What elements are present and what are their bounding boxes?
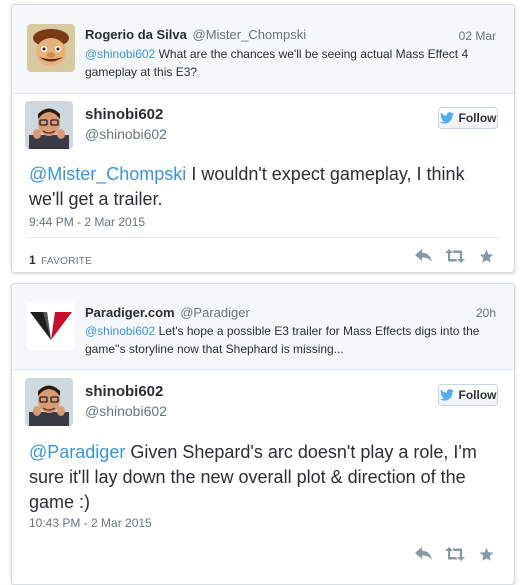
tweet-actions bbox=[414, 247, 496, 265]
parent-tweet[interactable]: Paradiger.com @Paradiger 20h @shinobi602… bbox=[12, 284, 514, 370]
tweet-timestamp[interactable]: 10:43 PM - 2 Mar 2015 bbox=[29, 516, 152, 530]
mention-link[interactable]: @Paradiger bbox=[29, 442, 125, 462]
star-icon[interactable] bbox=[476, 247, 496, 265]
parent-name[interactable]: Rogerio da Silva bbox=[85, 27, 187, 42]
favorites-number: 1 bbox=[29, 253, 36, 267]
parent-avatar[interactable] bbox=[27, 302, 75, 350]
mention-link[interactable]: @Mister_Chompski bbox=[29, 164, 186, 184]
divider bbox=[27, 237, 499, 238]
tweet-text: @Mister_Chompski I wouldn't expect gamep… bbox=[29, 162, 499, 212]
tweet-timestamp[interactable]: 9:44 PM - 2 Mar 2015 bbox=[29, 215, 145, 229]
parent-handle[interactable]: @Paradiger bbox=[180, 305, 250, 320]
follow-label: Follow bbox=[458, 388, 497, 402]
author-handle[interactable]: @shinobi602 bbox=[85, 403, 167, 419]
follow-button[interactable]: Follow bbox=[438, 384, 498, 406]
mention-link[interactable]: @shinobi602 bbox=[85, 47, 155, 61]
tweet-actions bbox=[414, 545, 496, 563]
retweet-icon[interactable] bbox=[445, 247, 465, 265]
favorites-count[interactable]: 1 FAVORITE bbox=[29, 253, 92, 267]
twitter-bird-icon bbox=[439, 389, 454, 401]
author-name[interactable]: shinobi602 bbox=[85, 383, 163, 400]
parent-handle[interactable]: @Mister_Chompski bbox=[193, 27, 307, 42]
reply-icon[interactable] bbox=[414, 545, 434, 563]
parent-author[interactable]: Rogerio da Silva @Mister_Chompski bbox=[85, 27, 306, 42]
parent-tweet[interactable]: Rogerio da Silva @Mister_Chompski 02 Mar… bbox=[12, 5, 514, 94]
parent-author[interactable]: Paradiger.com @Paradiger bbox=[85, 305, 250, 320]
avatar[interactable] bbox=[25, 378, 73, 426]
parent-text: @shinobi602 What are the chances we'll b… bbox=[85, 45, 485, 81]
reply-icon[interactable] bbox=[414, 247, 434, 265]
parent-time[interactable]: 20h bbox=[476, 306, 496, 320]
author-name[interactable]: shinobi602 bbox=[85, 106, 163, 123]
retweet-icon[interactable] bbox=[445, 545, 465, 563]
follow-label: Follow bbox=[458, 111, 497, 125]
avatar[interactable] bbox=[25, 101, 73, 149]
parent-name[interactable]: Paradiger.com bbox=[85, 305, 175, 320]
tweet-card: Paradiger.com @Paradiger 20h @shinobi602… bbox=[11, 283, 515, 585]
favorites-label: FAVORITE bbox=[41, 256, 93, 267]
parent-avatar[interactable] bbox=[27, 24, 75, 72]
tweet-card: Rogerio da Silva @Mister_Chompski 02 Mar… bbox=[11, 4, 515, 273]
mention-link[interactable]: @shinobi602 bbox=[85, 324, 155, 338]
star-icon[interactable] bbox=[476, 545, 496, 563]
twitter-bird-icon bbox=[439, 112, 454, 124]
author-handle[interactable]: @shinobi602 bbox=[85, 126, 167, 142]
follow-button[interactable]: Follow bbox=[438, 107, 498, 129]
parent-text: @shinobi602 Let's hope a possible E3 tra… bbox=[85, 322, 485, 358]
parent-time[interactable]: 02 Mar bbox=[459, 29, 496, 43]
tweet-text: @Paradiger Given Shepard's arc doesn't p… bbox=[29, 440, 499, 515]
